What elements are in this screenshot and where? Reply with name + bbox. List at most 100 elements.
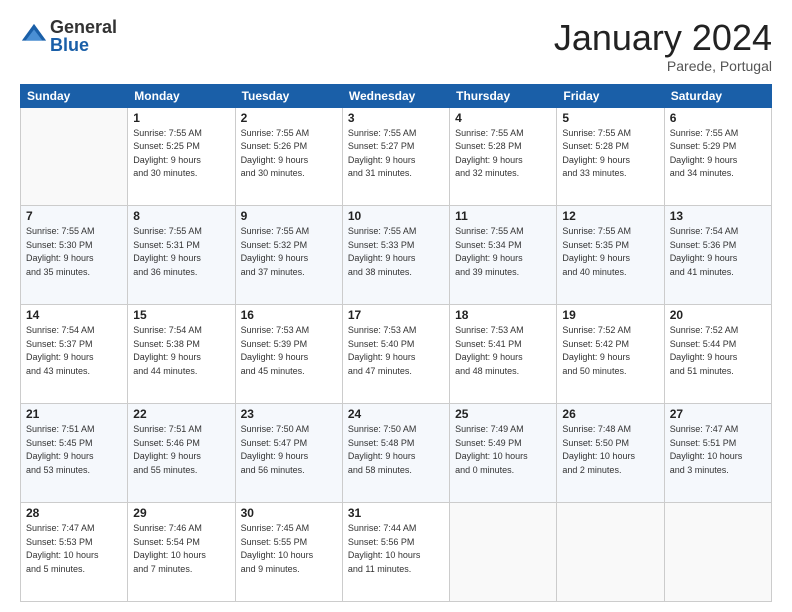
day-info: Sunrise: 7:55 AMSunset: 5:28 PMDaylight:… xyxy=(562,127,658,181)
calendar-cell: 16 Sunrise: 7:53 AMSunset: 5:39 PMDayligh… xyxy=(235,305,342,404)
calendar-cell: 24 Sunrise: 7:50 AMSunset: 5:48 PMDayligh… xyxy=(342,404,449,503)
col-header-wednesday: Wednesday xyxy=(342,84,449,107)
calendar-cell: 7 Sunrise: 7:55 AMSunset: 5:30 PMDaylight… xyxy=(21,206,128,305)
day-info: Sunrise: 7:48 AMSunset: 5:50 PMDaylight:… xyxy=(562,423,658,477)
day-info: Sunrise: 7:45 AMSunset: 5:55 PMDaylight:… xyxy=(241,522,337,576)
calendar: SundayMondayTuesdayWednesdayThursdayFrid… xyxy=(20,84,772,602)
calendar-cell xyxy=(557,503,664,602)
calendar-cell: 12Sunrise: 7:55 AMSunset: 5:35 PMDayligh… xyxy=(557,206,664,305)
calendar-cell: 8 Sunrise: 7:55 AMSunset: 5:31 PMDaylight… xyxy=(128,206,235,305)
calendar-cell: 29 Sunrise: 7:46 AMSunset: 5:54 PMDayligh… xyxy=(128,503,235,602)
day-number: 2 xyxy=(241,111,337,125)
day-number: 15 xyxy=(133,308,229,322)
week-row-3: 14 Sunrise: 7:54 AMSunset: 5:37 PMDayligh… xyxy=(21,305,772,404)
calendar-cell: 6Sunrise: 7:55 AMSunset: 5:29 PMDaylight… xyxy=(664,107,771,206)
day-info: Sunrise: 7:53 AMSunset: 5:40 PMDaylight:… xyxy=(348,324,444,378)
day-info: Sunrise: 7:52 AMSunset: 5:42 PMDaylight:… xyxy=(562,324,658,378)
calendar-cell xyxy=(21,107,128,206)
day-number: 23 xyxy=(241,407,337,421)
day-number: 5 xyxy=(562,111,658,125)
day-info: Sunrise: 7:54 AMSunset: 5:38 PMDaylight:… xyxy=(133,324,229,378)
day-number: 3 xyxy=(348,111,444,125)
logo-general: General xyxy=(50,18,117,36)
calendar-header-row: SundayMondayTuesdayWednesdayThursdayFrid… xyxy=(21,84,772,107)
header: General Blue January 2024 Parede, Portug… xyxy=(20,18,772,74)
week-row-5: 28 Sunrise: 7:47 AMSunset: 5:53 PMDayligh… xyxy=(21,503,772,602)
col-header-tuesday: Tuesday xyxy=(235,84,342,107)
calendar-body: 1 Sunrise: 7:55 AMSunset: 5:25 PMDaylight… xyxy=(21,107,772,601)
calendar-cell: 17 Sunrise: 7:53 AMSunset: 5:40 PMDayligh… xyxy=(342,305,449,404)
day-number: 19 xyxy=(562,308,658,322)
calendar-cell: 19 Sunrise: 7:52 AMSunset: 5:42 PMDayligh… xyxy=(557,305,664,404)
day-number: 7 xyxy=(26,209,122,223)
day-number: 4 xyxy=(455,111,551,125)
week-row-2: 7 Sunrise: 7:55 AMSunset: 5:30 PMDaylight… xyxy=(21,206,772,305)
title-block: January 2024 Parede, Portugal xyxy=(554,18,772,74)
day-info: Sunrise: 7:53 AMSunset: 5:39 PMDaylight:… xyxy=(241,324,337,378)
logo: General Blue xyxy=(20,18,117,54)
calendar-cell xyxy=(450,503,557,602)
calendar-cell: 2 Sunrise: 7:55 AMSunset: 5:26 PMDaylight… xyxy=(235,107,342,206)
calendar-cell: 18 Sunrise: 7:53 AMSunset: 5:41 PMDayligh… xyxy=(450,305,557,404)
day-info: Sunrise: 7:55 AMSunset: 5:33 PMDaylight:… xyxy=(348,225,444,279)
calendar-cell: 30Sunrise: 7:45 AMSunset: 5:55 PMDayligh… xyxy=(235,503,342,602)
day-info: Sunrise: 7:50 AMSunset: 5:48 PMDaylight:… xyxy=(348,423,444,477)
day-info: Sunrise: 7:46 AMSunset: 5:54 PMDaylight:… xyxy=(133,522,229,576)
day-number: 28 xyxy=(26,506,122,520)
day-number: 13 xyxy=(670,209,766,223)
location: Parede, Portugal xyxy=(554,58,772,74)
calendar-cell: 31 Sunrise: 7:44 AMSunset: 5:56 PMDayligh… xyxy=(342,503,449,602)
calendar-cell: 4 Sunrise: 7:55 AMSunset: 5:28 PMDaylight… xyxy=(450,107,557,206)
day-info: Sunrise: 7:51 AMSunset: 5:46 PMDaylight:… xyxy=(133,423,229,477)
col-header-saturday: Saturday xyxy=(664,84,771,107)
day-number: 6 xyxy=(670,111,766,125)
calendar-cell: 9Sunrise: 7:55 AMSunset: 5:32 PMDaylight… xyxy=(235,206,342,305)
calendar-cell: 11 Sunrise: 7:55 AMSunset: 5:34 PMDayligh… xyxy=(450,206,557,305)
day-number: 16 xyxy=(241,308,337,322)
day-info: Sunrise: 7:55 AMSunset: 5:30 PMDaylight:… xyxy=(26,225,122,279)
calendar-cell: 1 Sunrise: 7:55 AMSunset: 5:25 PMDaylight… xyxy=(128,107,235,206)
day-info: Sunrise: 7:55 AMSunset: 5:26 PMDaylight:… xyxy=(241,127,337,181)
day-number: 18 xyxy=(455,308,551,322)
day-number: 29 xyxy=(133,506,229,520)
week-row-4: 21 Sunrise: 7:51 AMSunset: 5:45 PMDayligh… xyxy=(21,404,772,503)
day-number: 31 xyxy=(348,506,444,520)
day-number: 10 xyxy=(348,209,444,223)
day-info: Sunrise: 7:51 AMSunset: 5:45 PMDaylight:… xyxy=(26,423,122,477)
calendar-cell: 27Sunrise: 7:47 AMSunset: 5:51 PMDayligh… xyxy=(664,404,771,503)
calendar-cell: 21 Sunrise: 7:51 AMSunset: 5:45 PMDayligh… xyxy=(21,404,128,503)
day-number: 12 xyxy=(562,209,658,223)
day-number: 17 xyxy=(348,308,444,322)
day-info: Sunrise: 7:54 AMSunset: 5:36 PMDaylight:… xyxy=(670,225,766,279)
day-number: 11 xyxy=(455,209,551,223)
col-header-monday: Monday xyxy=(128,84,235,107)
day-number: 24 xyxy=(348,407,444,421)
day-info: Sunrise: 7:54 AMSunset: 5:37 PMDaylight:… xyxy=(26,324,122,378)
day-number: 21 xyxy=(26,407,122,421)
day-info: Sunrise: 7:44 AMSunset: 5:56 PMDaylight:… xyxy=(348,522,444,576)
day-info: Sunrise: 7:55 AMSunset: 5:31 PMDaylight:… xyxy=(133,225,229,279)
month-title: January 2024 xyxy=(554,18,772,58)
day-info: Sunrise: 7:53 AMSunset: 5:41 PMDaylight:… xyxy=(455,324,551,378)
logo-text: General Blue xyxy=(50,18,117,54)
day-info: Sunrise: 7:55 AMSunset: 5:28 PMDaylight:… xyxy=(455,127,551,181)
day-info: Sunrise: 7:55 AMSunset: 5:34 PMDaylight:… xyxy=(455,225,551,279)
day-number: 8 xyxy=(133,209,229,223)
day-info: Sunrise: 7:50 AMSunset: 5:47 PMDaylight:… xyxy=(241,423,337,477)
day-number: 27 xyxy=(670,407,766,421)
logo-icon xyxy=(20,22,48,50)
page: General Blue January 2024 Parede, Portug… xyxy=(0,0,792,612)
day-number: 14 xyxy=(26,308,122,322)
logo-blue: Blue xyxy=(50,36,117,54)
day-info: Sunrise: 7:47 AMSunset: 5:53 PMDaylight:… xyxy=(26,522,122,576)
col-header-friday: Friday xyxy=(557,84,664,107)
calendar-cell: 3 Sunrise: 7:55 AMSunset: 5:27 PMDaylight… xyxy=(342,107,449,206)
col-header-sunday: Sunday xyxy=(21,84,128,107)
day-number: 1 xyxy=(133,111,229,125)
calendar-cell: 28 Sunrise: 7:47 AMSunset: 5:53 PMDayligh… xyxy=(21,503,128,602)
calendar-cell xyxy=(664,503,771,602)
day-info: Sunrise: 7:55 AMSunset: 5:27 PMDaylight:… xyxy=(348,127,444,181)
calendar-cell: 23 Sunrise: 7:50 AMSunset: 5:47 PMDayligh… xyxy=(235,404,342,503)
day-info: Sunrise: 7:55 AMSunset: 5:25 PMDaylight:… xyxy=(133,127,229,181)
day-info: Sunrise: 7:55 AMSunset: 5:32 PMDaylight:… xyxy=(241,225,337,279)
